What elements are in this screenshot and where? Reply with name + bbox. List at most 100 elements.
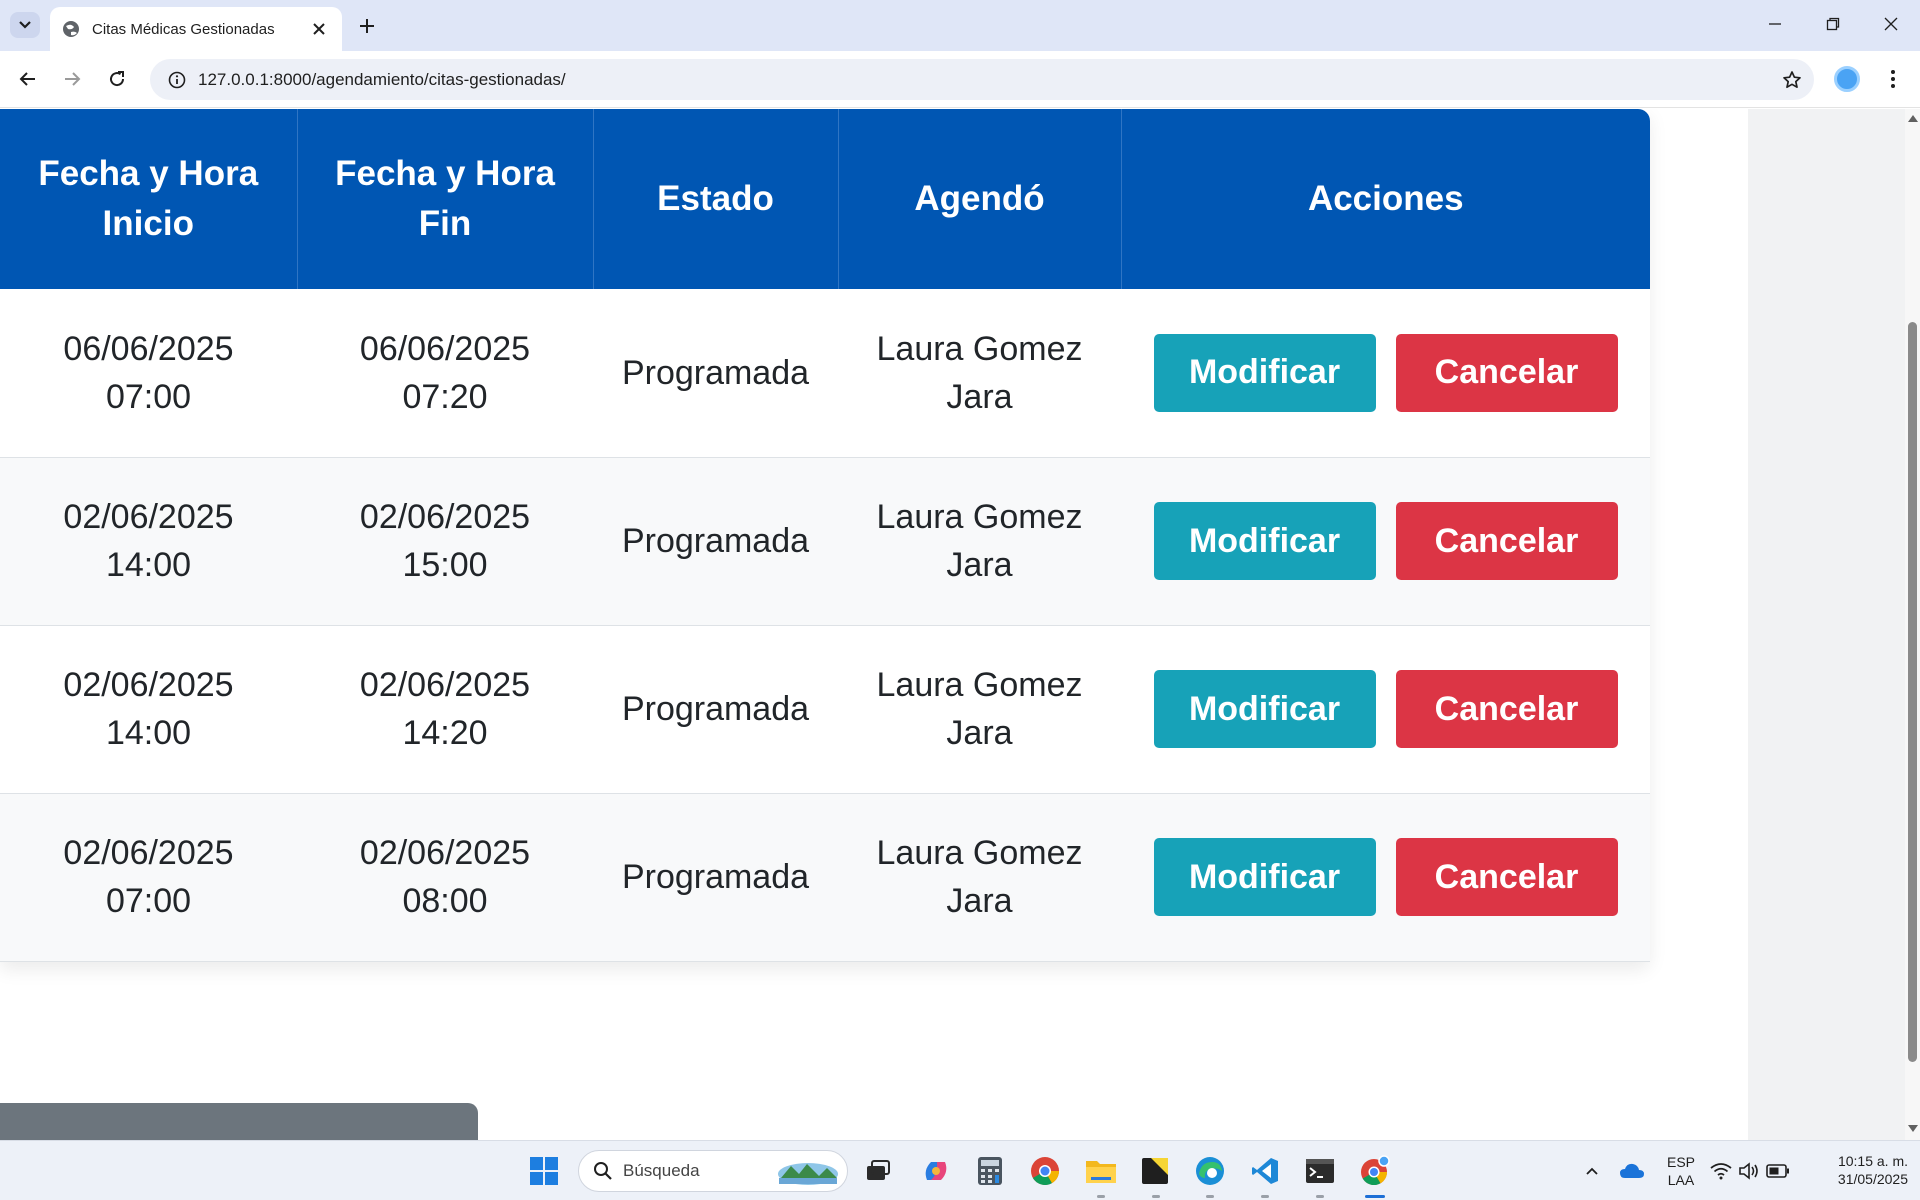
end-date: 02/06/2025 — [359, 666, 531, 704]
modify-button[interactable]: Modificar — [1153, 333, 1376, 412]
cancel-button[interactable]: Cancelar — [1395, 838, 1618, 916]
end-time: 14:20 — [402, 714, 488, 752]
modify-button[interactable]: Modificar — [1153, 838, 1376, 916]
battery-icon — [1766, 1164, 1789, 1178]
extension-icon[interactable] — [1834, 66, 1860, 92]
table-header-row: Fecha y Hora Inicio Fecha y Hora Fin Est… — [0, 109, 1650, 289]
cancel-button[interactable]: Cancelar — [1395, 333, 1618, 412]
copilot-button[interactable] — [916, 1151, 956, 1191]
start-cell: 02/06/2025 07:00 — [0, 793, 297, 962]
forward-button[interactable] — [56, 63, 88, 95]
restore-button[interactable] — [1804, 0, 1862, 48]
status-cell: Programada — [593, 289, 838, 458]
tab-title: Citas Médicas Gestionadas — [92, 20, 275, 38]
actions-cell: Modificar Cancelar — [1121, 289, 1650, 458]
end-date: 02/06/2025 — [359, 498, 531, 536]
quick-settings-button[interactable] — [1707, 1151, 1793, 1191]
chrome-active-button[interactable] — [1355, 1151, 1395, 1191]
chrome-button[interactable] — [1025, 1151, 1065, 1191]
table-row: 02/06/2025 07:00 02/06/2025 08:00 Programa… — [0, 793, 1650, 962]
end-time: 15:00 — [402, 546, 488, 584]
chrome-icon — [1361, 1155, 1390, 1186]
appointments-table-container: Fecha y Hora Inicio Fecha y Hora Fin Est… — [0, 109, 1650, 962]
scrollbar-thumb[interactable] — [1908, 322, 1917, 1062]
chevron-up-icon — [1586, 1167, 1598, 1175]
url-text: 127.0.0.1:8000/agendamiento/citas-gestio… — [198, 69, 566, 89]
copilot-icon — [925, 1162, 947, 1180]
file-explorer-button[interactable] — [1081, 1151, 1121, 1191]
show-hidden-icons-button[interactable] — [1572, 1151, 1612, 1191]
start-time: 14:00 — [105, 546, 192, 584]
browser-menu-button[interactable] — [1880, 64, 1906, 94]
column-header-start: Fecha y Hora Inicio — [0, 109, 298, 289]
start-date: 02/06/2025 — [63, 666, 234, 704]
column-header-status: Estado — [593, 109, 839, 289]
address-bar[interactable]: 127.0.0.1:8000/agendamiento/citas-gestio… — [150, 59, 1814, 100]
minimize-icon — [1769, 23, 1781, 25]
arrow-right-icon — [65, 72, 81, 86]
close-tab-button[interactable] — [308, 18, 330, 40]
modify-button[interactable]: Modificar — [1153, 502, 1376, 580]
scheduled-by-cell: Laura Gomez Jara — [838, 457, 1121, 626]
clock-time: 10:15 a. m. — [1837, 1153, 1908, 1169]
edge-icon — [1196, 1157, 1224, 1185]
reload-icon — [110, 71, 125, 87]
end-cell: 02/06/2025 14:20 — [297, 625, 593, 794]
terminal-icon — [1306, 1159, 1334, 1183]
plus-icon — [360, 19, 374, 33]
keyboard-layout: LAA — [1667, 1172, 1695, 1188]
new-tab-button[interactable] — [352, 11, 382, 41]
cancel-button[interactable]: Cancelar — [1395, 502, 1618, 580]
site-info-icon[interactable] — [156, 71, 198, 89]
vertical-scrollbar[interactable] — [1905, 109, 1920, 1140]
scroll-down-arrow[interactable] — [1908, 1125, 1918, 1132]
search-highlight-image-icon — [778, 1163, 838, 1185]
sticky-notes-button[interactable] — [1135, 1151, 1175, 1191]
start-cell: 02/06/2025 14:00 — [0, 457, 297, 626]
actions-cell: Modificar Cancelar — [1121, 793, 1650, 962]
minimize-button[interactable] — [1746, 0, 1804, 48]
active-tab[interactable]: Citas Médicas Gestionadas — [50, 7, 342, 51]
status-cell: Programada — [593, 625, 838, 794]
clock[interactable]: 10:15 a. m. 31/05/2025 — [1808, 1152, 1908, 1188]
scheduled-by-cell: Laura Gomez Jara — [838, 793, 1121, 962]
modify-button[interactable]: Modificar — [1153, 670, 1376, 748]
actions-cell: Modificar Cancelar — [1121, 457, 1650, 626]
column-header-scheduled-by: Agendó — [838, 109, 1122, 289]
language-code: ESP — [1666, 1154, 1695, 1170]
end-time: 07:20 — [402, 377, 488, 416]
task-view-icon — [867, 1160, 890, 1180]
start-button[interactable] — [524, 1151, 564, 1191]
close-window-button[interactable] — [1862, 0, 1920, 48]
task-view-button[interactable] — [858, 1151, 898, 1191]
status-cell: Programada — [593, 793, 838, 962]
vscode-button[interactable] — [1245, 1151, 1285, 1191]
column-header-end: Fecha y Hora Fin — [297, 109, 594, 289]
tab-search-button[interactable] — [10, 12, 40, 38]
bookmark-star-icon[interactable] — [1770, 70, 1814, 90]
back-button[interactable] — [12, 63, 44, 95]
chrome-icon — [1031, 1157, 1059, 1185]
onedrive-button[interactable] — [1612, 1151, 1652, 1191]
page-background-gutter — [1748, 109, 1905, 1140]
terminal-button[interactable] — [1300, 1151, 1340, 1191]
running-indicator — [1316, 1195, 1324, 1198]
end-date: 06/06/2025 — [359, 329, 531, 368]
scroll-up-arrow[interactable] — [1908, 115, 1918, 122]
cancel-button[interactable]: Cancelar — [1395, 670, 1618, 748]
edge-button[interactable] — [1190, 1151, 1230, 1191]
reload-button[interactable] — [101, 63, 133, 95]
browser-toolbar: 127.0.0.1:8000/agendamiento/citas-gestio… — [0, 51, 1920, 108]
calculator-button[interactable] — [970, 1151, 1010, 1191]
scheduled-by-cell: Laura Gomez Jara — [838, 289, 1121, 458]
taskbar-search[interactable]: Búsqueda — [578, 1150, 848, 1192]
end-cell: 02/06/2025 08:00 — [297, 793, 593, 962]
end-cell: 02/06/2025 15:00 — [297, 457, 593, 626]
running-indicator — [1152, 1195, 1160, 1198]
window-controls — [1746, 0, 1920, 48]
calculator-icon — [978, 1157, 1002, 1185]
language-indicator[interactable]: ESP LAA — [1660, 1153, 1702, 1189]
tab-bar: Citas Médicas Gestionadas — [0, 0, 1920, 51]
start-date: 02/06/2025 — [63, 834, 234, 872]
scheduled-by-cell: Laura Gomez Jara — [838, 625, 1121, 794]
